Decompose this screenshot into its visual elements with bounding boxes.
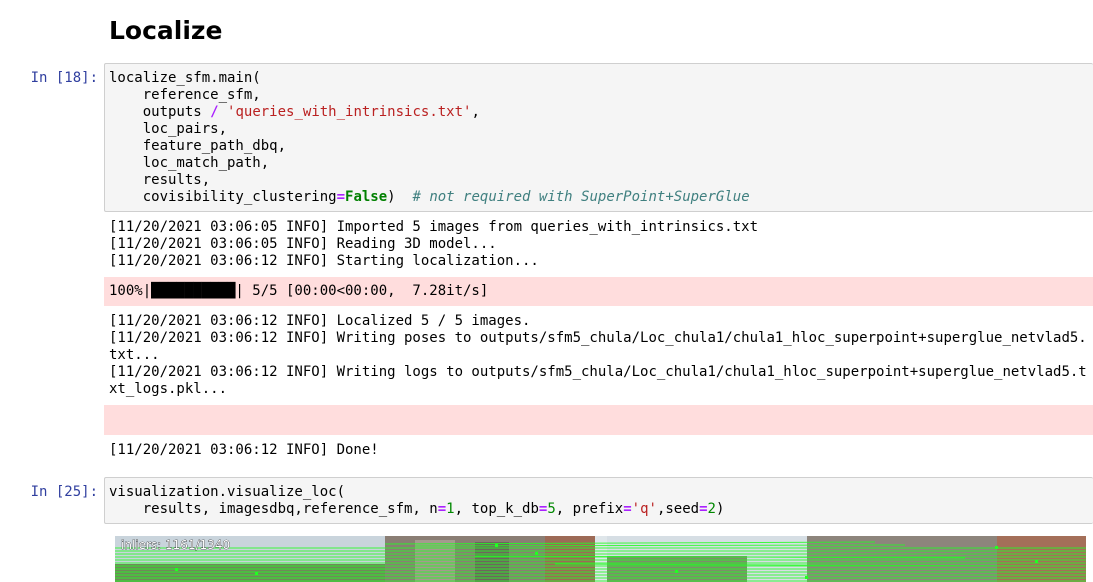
code-token: , prefix	[555, 501, 624, 517]
number-token: 1	[446, 501, 455, 517]
code-line: covisibility_clustering	[109, 189, 337, 205]
code-line: loc_match_path,	[109, 155, 270, 171]
number-token: 2	[707, 501, 716, 517]
code-token: )	[715, 501, 725, 517]
code-line: results,	[109, 172, 211, 188]
operator-token: =	[623, 501, 632, 517]
output-log-2: [11/20/2021 03:06:12 INFO] Localized 5 /…	[109, 313, 1087, 397]
code-token: )	[387, 189, 413, 205]
progress-output: 100%|██████████| 5/5 [00:00<00:00, 7.28i…	[104, 277, 1093, 306]
match-visualization-figure: inliers: 1161/1340	[115, 536, 1086, 582]
inliers-label: inliers: 1161/1340	[121, 538, 230, 552]
code-line: outputs	[109, 104, 211, 120]
stderr-empty-output	[104, 405, 1093, 435]
code-editor-18[interactable]: localize_sfm.main( reference_sfm, output…	[105, 64, 1093, 212]
string-token: 'q'	[631, 501, 657, 517]
operator-token: =	[437, 501, 447, 517]
cell-prompt-18: In [18]:	[30, 70, 98, 86]
code-line: localize_sfm.main(	[109, 70, 261, 86]
code-line: results, imagesdbq,reference_sfm, n	[109, 501, 438, 517]
match-lines-overlay: inliers: 1161/1340	[115, 538, 1086, 582]
code-line: loc_pairs,	[109, 121, 228, 137]
keyword-token: False	[345, 189, 388, 205]
progress-bar-text: 100%|██████████| 5/5 [00:00<00:00, 7.28i…	[109, 283, 489, 299]
number-token: 5	[547, 501, 556, 517]
operator-token: =	[336, 189, 346, 205]
output-log-1: [11/20/2021 03:06:05 INFO] Imported 5 im…	[109, 219, 759, 269]
code-line: visualization.visualize_loc(	[109, 484, 346, 500]
output-log-3: [11/20/2021 03:06:12 INFO] Done!	[109, 442, 379, 458]
code-cell-25[interactable]: visualization.visualize_loc( results, im…	[104, 477, 1093, 524]
code-line: feature_path_dbq,	[109, 138, 287, 154]
string-token: 'queries_with_intrinsics.txt'	[227, 104, 472, 120]
operator-token: =	[699, 501, 708, 517]
operator-token: /	[210, 104, 219, 120]
code-cell-18[interactable]: localize_sfm.main( reference_sfm, output…	[104, 63, 1093, 212]
code-editor-25[interactable]: visualization.visualize_loc( results, im…	[105, 478, 1093, 524]
code-line: reference_sfm,	[109, 87, 261, 103]
cell-prompt-25: In [25]:	[30, 484, 98, 500]
comment-token: # not required with SuperPoint+SuperGlue	[412, 189, 750, 205]
section-heading-localize: Localize	[109, 16, 223, 45]
code-token: , top_k_db	[454, 501, 539, 517]
code-token: ,seed	[656, 501, 700, 517]
code-token: ,	[471, 104, 480, 120]
